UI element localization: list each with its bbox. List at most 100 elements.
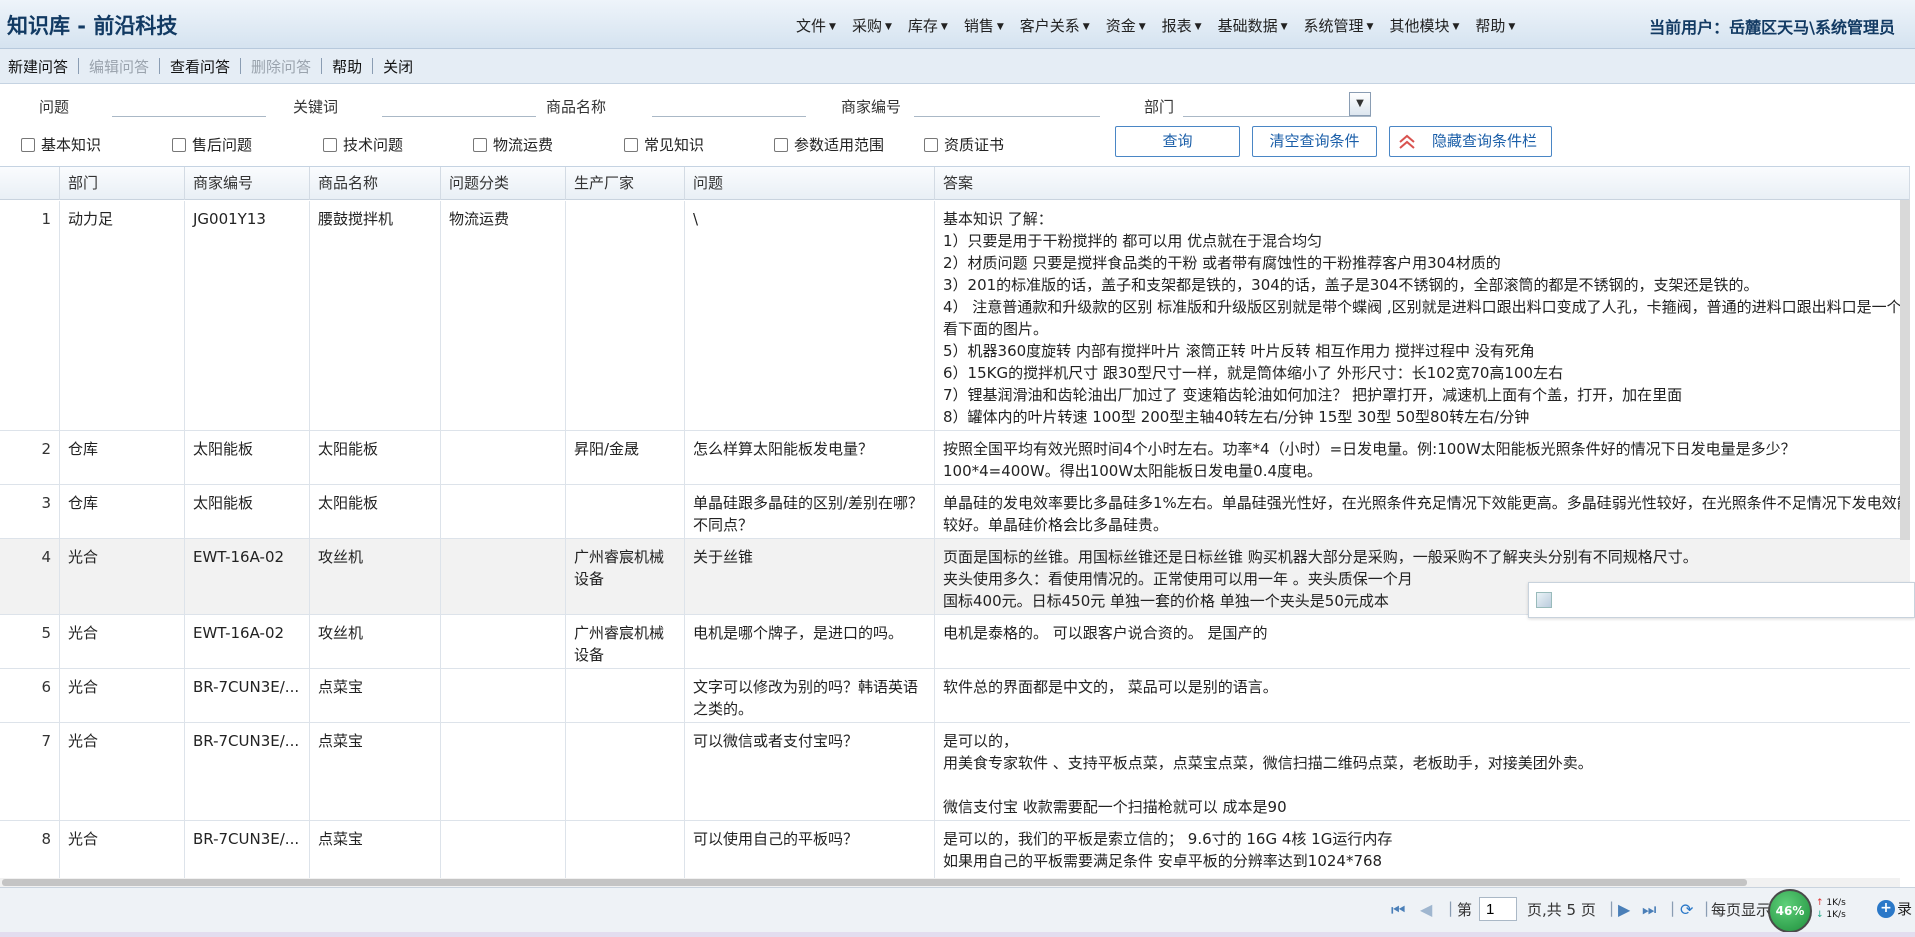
cell-manufacturer: 广州睿宸机械设备 (566, 539, 685, 614)
refresh-icon[interactable]: ⟳ (1680, 900, 1693, 919)
prev-page-icon[interactable]: ◀ (1420, 900, 1432, 919)
cell-merchant-code: EWT-16A-02 (185, 539, 310, 614)
menu-help[interactable]: 帮助 ▼ (1475, 15, 1515, 36)
vertical-scrollbar[interactable] (1900, 200, 1910, 540)
checkbox-icon[interactable] (323, 137, 337, 152)
new-qa-button[interactable]: 新建问答 (8, 56, 68, 77)
horizontal-scrollbar[interactable] (0, 878, 1900, 887)
header-question[interactable]: 问题 (685, 167, 935, 200)
table-row[interactable]: 1 动力足 JG001Y13 腰鼓搅拌机 物流运费 \ 基本知识 了解： 1）只要是用于干粉… (0, 201, 1910, 431)
menu-file[interactable]: 文件 ▼ (796, 15, 836, 36)
cell-question: 怎么样算太阳能板发电量？ (685, 431, 935, 484)
last-page-icon[interactable]: ⏭ (1642, 900, 1656, 920)
cell-answer: 按照全国平均有效光照时间4个小时左右。功率*4（小时）=日发电量。例:100W太… (935, 431, 1910, 484)
checkbox-certificates[interactable]: 资质证书 (924, 134, 1004, 155)
chevron-down-icon: ▼ (1452, 22, 1460, 32)
network-speed-widget[interactable]: 46% ↑ 1K/s ↓ 1K/s (1768, 887, 1878, 937)
checkbox-icon[interactable] (172, 137, 186, 152)
checkbox-icon[interactable] (624, 137, 638, 152)
checkbox-icon[interactable] (774, 137, 788, 152)
checkbox-logistics[interactable]: 物流运费 (473, 134, 553, 155)
cell-product-name: 点菜宝 (310, 723, 441, 820)
scrollbar-thumb[interactable] (2, 879, 1747, 886)
checkbox-label: 技术问题 (343, 136, 404, 154)
header-dept[interactable]: 部门 (60, 167, 185, 200)
menu-sales[interactable]: 销售 ▼ (964, 15, 1004, 36)
chevron-down-icon[interactable]: ▼ (1349, 92, 1371, 116)
first-page-icon[interactable]: ⏮ (1391, 900, 1405, 920)
toolbar-divider (159, 58, 161, 74)
menu-inventory[interactable]: 库存 ▼ (908, 15, 948, 36)
cell-question: 文字可以修改为别的吗？韩语英语之类的。 (685, 669, 935, 722)
toolbar-divider (240, 58, 242, 74)
table-row[interactable]: 7 光合 BR-7CUN3E/... 点菜宝 可以微信或者支付宝吗？ 是可以的， 用美食专… (0, 723, 1910, 821)
cell-category (441, 431, 566, 484)
plus-icon[interactable]: + (1877, 900, 1895, 918)
table-row[interactable]: 6 光合 BR-7CUN3E/... 点菜宝 文字可以修改为别的吗？韩语英语之类的。 软件… (0, 669, 1910, 723)
header-product-name[interactable]: 商品名称 (310, 167, 441, 200)
menu-other-modules[interactable]: 其他模块 ▼ (1389, 15, 1459, 36)
cell-manufacturer (566, 821, 685, 878)
chevron-down-icon: ▼ (1082, 22, 1090, 32)
view-qa-button[interactable]: 查看问答 (170, 56, 230, 77)
row-number: 7 (0, 723, 60, 820)
keyword-input[interactable] (382, 93, 536, 117)
table-row[interactable]: 3 仓库 太阳能板 太阳能板 单晶硅跟多晶硅的区别/差别在哪？不同点？ 单晶硅的发电效率要… (0, 485, 1910, 539)
menu-reports[interactable]: 报表 ▼ (1162, 15, 1202, 36)
cell-answer: 电机是泰格的。 可以跟客户说合资的。 是国产的 (935, 615, 1910, 668)
question-input[interactable] (112, 93, 266, 117)
menu-basic-data[interactable]: 基础数据 ▼ (1218, 15, 1288, 36)
page-number-input[interactable] (1479, 897, 1517, 921)
menu-label: 销售 (963, 17, 994, 35)
query-button[interactable]: 查询 (1115, 126, 1240, 157)
cell-manufacturer (566, 723, 685, 820)
chevron-down-icon: ▼ (1508, 22, 1516, 32)
chevron-down-icon: ▼ (940, 22, 948, 32)
cell-question: 单晶硅跟多晶硅的区别/差别在哪？不同点？ (685, 485, 935, 538)
checkbox-icon[interactable] (924, 137, 938, 152)
checkbox-after-sales[interactable]: 售后问题 (172, 134, 252, 155)
checkbox-common[interactable]: 常见知识 (624, 134, 704, 155)
pager-divider: | (1670, 899, 1676, 917)
chevron-down-icon: ▼ (1138, 22, 1146, 32)
cell-category (441, 723, 566, 820)
menu-label: 报表 (1161, 17, 1192, 35)
table-row[interactable]: 8 光合 BR-7CUN3E/... 点菜宝 可以使用自己的平板吗？ 是可以的，我们的平板… (0, 821, 1910, 878)
merchant-code-input[interactable] (914, 93, 1100, 117)
close-button[interactable]: 关闭 (383, 56, 413, 77)
menu-crm[interactable]: 客户关系 ▼ (1020, 15, 1090, 36)
pager-divider: | (1704, 899, 1710, 917)
header-manufacturer[interactable]: 生产厂家 (566, 167, 685, 200)
menu-funds[interactable]: 资金 ▼ (1106, 15, 1146, 36)
checkbox-icon[interactable] (473, 137, 487, 152)
header-merchant-code[interactable]: 商家编号 (185, 167, 310, 200)
next-page-icon[interactable]: ▶ (1618, 900, 1630, 919)
keyword-label: 关键词 (293, 98, 339, 116)
cell-dept: 光合 (60, 723, 185, 820)
cell-category (441, 669, 566, 722)
cell-category (441, 821, 566, 878)
cell-answer: 单晶硅的发电效率要比多晶硅多1%左右。单晶硅强光性好，在光照条件充足情况下效能更… (935, 485, 1910, 538)
checkbox-technical[interactable]: 技术问题 (323, 134, 403, 155)
chevron-down-icon: ▼ (1194, 22, 1202, 32)
delete-qa-button[interactable]: 删除问答 (251, 56, 311, 77)
table-row[interactable]: 2 仓库 太阳能板 太阳能板 昇阳/金晟 怎么样算太阳能板发电量？ 按照全国平均有效光照时间… (0, 431, 1910, 485)
dept-select[interactable]: ▼ (1183, 92, 1371, 117)
header-answer[interactable]: 答案 (935, 167, 1910, 200)
product-name-input[interactable] (652, 93, 806, 117)
menu-purchase[interactable]: 采购 ▼ (852, 15, 892, 36)
edit-qa-button[interactable]: 编辑问答 (89, 56, 149, 77)
cell-merchant-code: BR-7CUN3E/... (185, 723, 310, 820)
hide-filters-button[interactable]: 隐藏查询条件栏 (1389, 126, 1552, 157)
checkbox-icon[interactable] (21, 137, 35, 152)
checkbox-basic-knowledge[interactable]: 基本知识 (21, 134, 101, 155)
checkbox-params[interactable]: 参数适用范围 (774, 134, 884, 155)
header-category[interactable]: 问题分类 (441, 167, 566, 200)
table-row[interactable]: 5 光合 EWT-16A-02 攻丝机 广州睿宸机械设备 电机是哪个牌子，是进口的吗。 电机… (0, 615, 1910, 669)
question-label: 问题 (39, 98, 70, 116)
help-button[interactable]: 帮助 (332, 56, 362, 77)
menu-system[interactable]: 系统管理 ▼ (1304, 15, 1374, 36)
download-rate: ↓ 1K/s (1816, 909, 1846, 921)
merchant-code-label: 商家编号 (841, 98, 902, 116)
clear-filters-button[interactable]: 清空查询条件 (1252, 126, 1377, 157)
